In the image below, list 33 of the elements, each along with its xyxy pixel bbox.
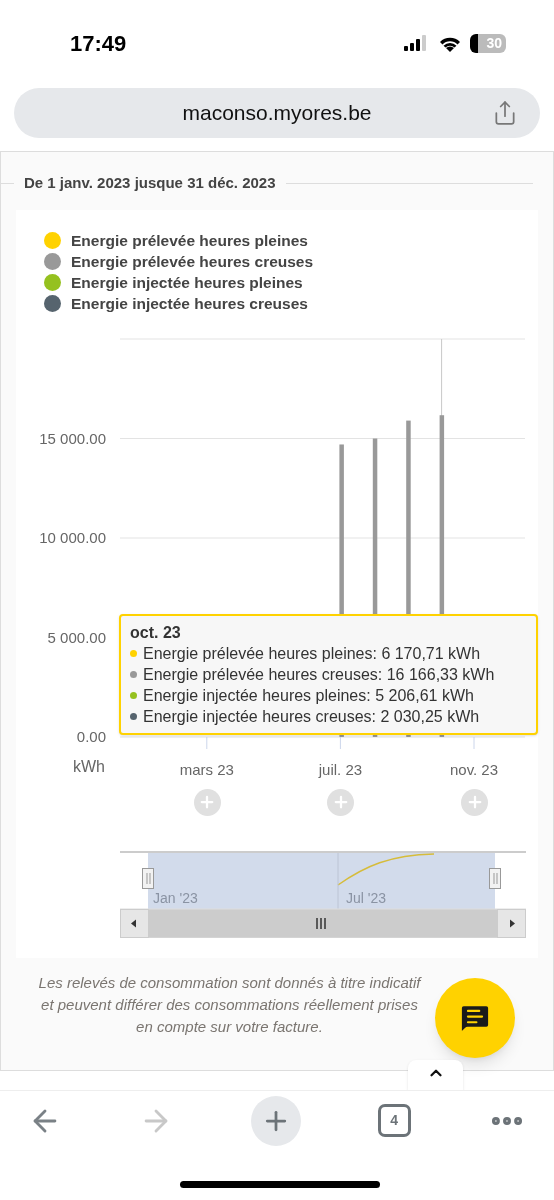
- share-icon[interactable]: [492, 100, 518, 126]
- x-axis-label: juil. 23: [318, 760, 363, 778]
- x-axis-label: mars 23: [179, 760, 234, 778]
- y-axis-label: 5 000.00: [47, 628, 106, 645]
- range-handle[interactable]: [489, 867, 501, 889]
- y-axis-label: 0.00: [76, 727, 106, 745]
- disclaimer-text: Les relevés de consommation sont donnés à titre indicatif et peuvent différer des consommations réellement prises en compte sur votre facture.: [37, 972, 423, 1037]
- address-bar[interactable]: maconso.myores.be: [14, 88, 540, 138]
- tooltip-value: Energie injectée heures creuses: 2 030,25 kWh: [143, 706, 480, 727]
- legend-label[interactable]: Energie prélevée heures creuses: [71, 250, 314, 272]
- tooltip-value: Energie prélevée heures creuses: 16 166,33 kWh: [143, 664, 495, 685]
- y-axis-title: kWh: [73, 757, 105, 775]
- range-handle[interactable]: [142, 867, 154, 889]
- period-title: De 1 janv. 2023 jusque 31 déc. 2023: [24, 173, 276, 193]
- legend-label[interactable]: Energie injectée heures creuses: [71, 292, 308, 314]
- y-axis-label: 15 000.00: [39, 429, 106, 446]
- scroll-right-button[interactable]: [497, 908, 526, 938]
- legend-label[interactable]: Energie prélevée heures pleines: [71, 229, 308, 251]
- grip-icon[interactable]: [316, 916, 326, 930]
- status-time: 17:49: [70, 29, 127, 58]
- scroll-left-button[interactable]: [120, 908, 149, 938]
- tooltip-value: Energie prélevée heures pleines: 6 170,71 kWh: [143, 643, 481, 664]
- navigator-label: Jan '23: [153, 889, 198, 906]
- tooltip-title: oct. 23: [130, 622, 182, 643]
- tab-count-button[interactable]: 4: [377, 1104, 411, 1137]
- battery-indicator: 30: [470, 33, 506, 53]
- tooltip-value: Energie injectée heures pleines: 5 206,61 kWh: [143, 685, 474, 706]
- toolbar-handle[interactable]: [408, 1060, 463, 1090]
- x-axis-label: nov. 23: [449, 760, 499, 778]
- navigator-label: Jul '23: [346, 889, 387, 906]
- legend-label[interactable]: Energie injectée heures pleines: [71, 271, 303, 293]
- y-axis-label: 10 000.00: [39, 528, 106, 546]
- url-text: maconso.myores.be: [182, 100, 372, 127]
